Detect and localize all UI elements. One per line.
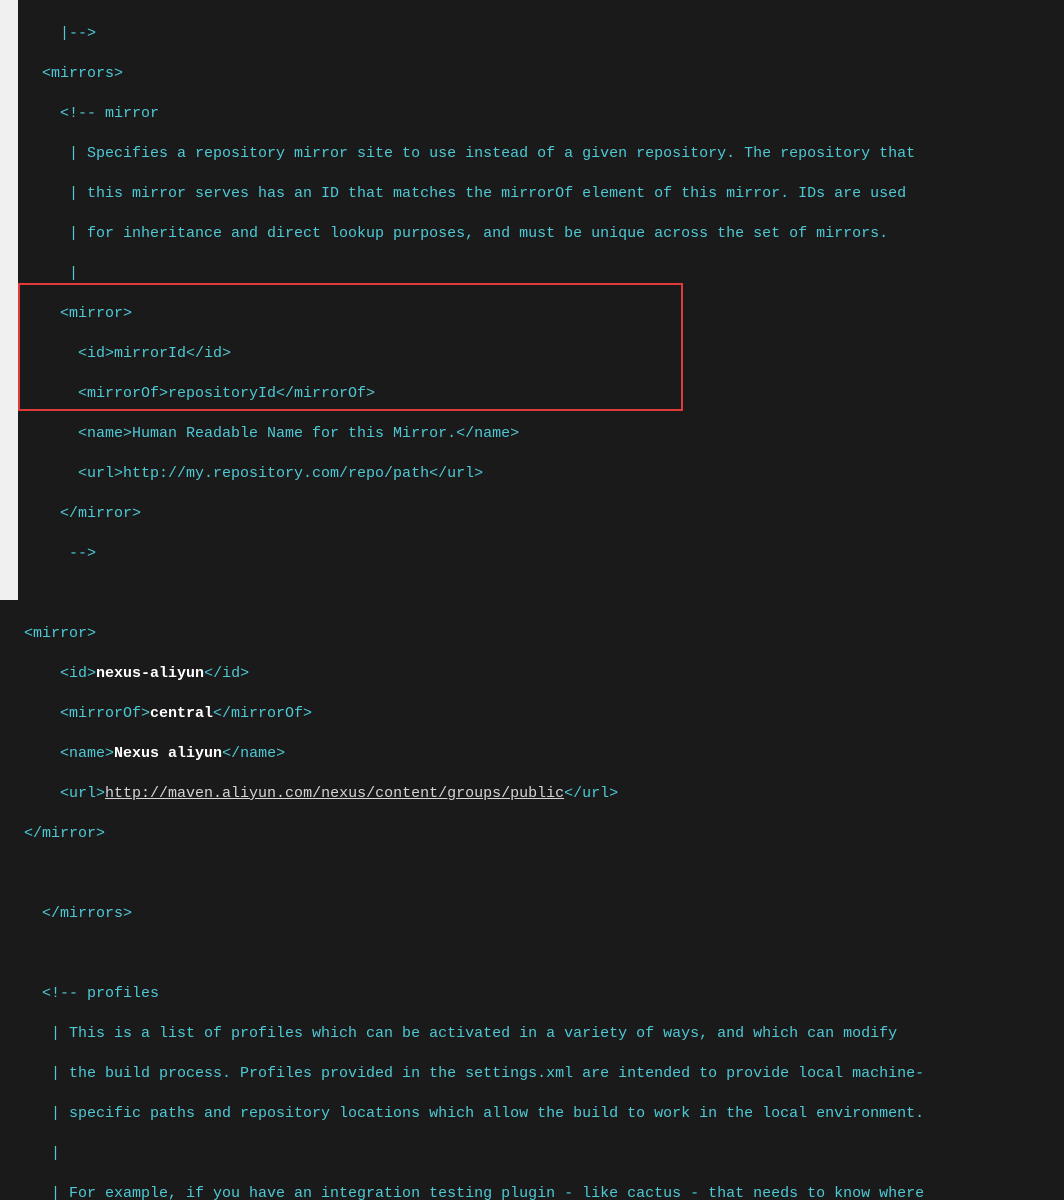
code-line: <mirror> <box>24 304 1064 324</box>
code-line: | This is a list of profiles which can b… <box>24 1024 1064 1044</box>
code-line: | this mirror serves has an ID that matc… <box>24 184 1064 204</box>
code-line: <url>http://my.repository.com/repo/path<… <box>24 464 1064 484</box>
code-line: <id>mirrorId</id> <box>24 344 1064 364</box>
code-line: <mirrors> <box>24 64 1064 84</box>
code-line: | Specifies a repository mirror site to … <box>24 144 1064 164</box>
line-number-gutter <box>0 0 18 600</box>
mirror-id-line: <id>nexus-aliyun</id> <box>24 664 1064 684</box>
code-line: <name>Human Readable Name for this Mirro… <box>24 424 1064 444</box>
code-line: </mirror> <box>24 504 1064 524</box>
mirror-close-tag: </mirror> <box>24 824 1064 844</box>
code-line: |--> <box>24 24 1064 44</box>
code-line: | <box>24 264 1064 284</box>
code-line: | for inheritance and direct lookup purp… <box>24 224 1064 244</box>
mirror-open-tag: <mirror> <box>24 624 1064 644</box>
code-line: | the build process. Profiles provided i… <box>24 1064 1064 1084</box>
code-line <box>24 584 1064 604</box>
mirror-name-line: <name>Nexus aliyun</name> <box>24 744 1064 764</box>
code-line <box>24 864 1064 884</box>
code-line: </mirrors> <box>24 904 1064 924</box>
code-line: <!-- mirror <box>24 104 1064 124</box>
code-line: | For example, if you have an integratio… <box>24 1184 1064 1200</box>
code-line: <!-- profiles <box>24 984 1064 1004</box>
mirror-url-line: <url>http://maven.aliyun.com/nexus/conte… <box>24 784 1064 804</box>
code-editor[interactable]: |--> <mirrors> <!-- mirror | Specifies a… <box>18 0 1064 600</box>
mirror-of-line: <mirrorOf>central</mirrorOf> <box>24 704 1064 724</box>
code-line: <mirrorOf>repositoryId</mirrorOf> <box>24 384 1064 404</box>
code-line <box>24 944 1064 964</box>
code-line: --> <box>24 544 1064 564</box>
code-line: | specific paths and repository location… <box>24 1104 1064 1124</box>
code-line: | <box>24 1144 1064 1164</box>
